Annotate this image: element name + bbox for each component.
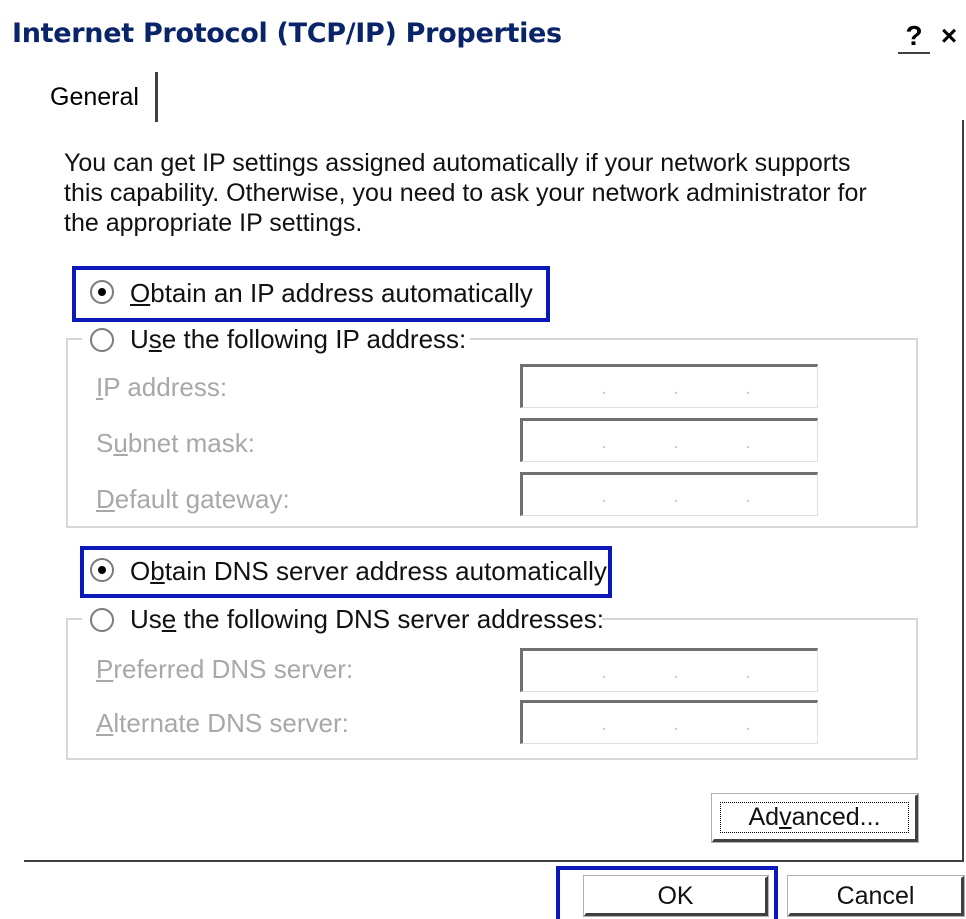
advanced-button[interactable]: Advanced... xyxy=(711,793,919,843)
close-icon: × xyxy=(940,20,958,51)
octet-separator: . xyxy=(745,431,751,453)
label-part: U xyxy=(130,324,149,354)
accesskey: s xyxy=(148,324,162,354)
cancel-button[interactable]: Cancel xyxy=(787,875,965,917)
tab-general[interactable]: General xyxy=(34,72,158,122)
accesskey: e xyxy=(161,604,177,634)
octet-separator: . xyxy=(745,661,751,683)
alternate-dns-input[interactable]: . . . xyxy=(520,700,818,744)
dns-manual-radio[interactable] xyxy=(90,608,114,632)
label-part: referred DNS server: xyxy=(113,654,354,684)
close-button[interactable]: × xyxy=(932,20,966,52)
label-part: tain DNS server address automatically xyxy=(164,556,607,586)
accesskey: b xyxy=(150,556,165,586)
ip-manual-radio[interactable] xyxy=(90,328,114,352)
octet-separator: . xyxy=(601,485,607,507)
subnet-mask-input[interactable]: . . . xyxy=(520,418,818,462)
title-bar[interactable]: Internet Protocol (TCP/IP) Properties ? … xyxy=(0,0,966,78)
label-part: S xyxy=(96,428,114,458)
octet-separator: . xyxy=(601,713,607,735)
label-part: e the following IP address: xyxy=(161,324,467,354)
octet-separator: . xyxy=(745,713,751,735)
ok-button[interactable]: OK xyxy=(583,875,769,917)
octet-separator: . xyxy=(673,431,679,453)
subnet-mask-label: Subnet mask: xyxy=(96,428,255,459)
label-part: efault gateway: xyxy=(114,484,290,514)
help-button[interactable]: ? xyxy=(898,20,930,54)
octet-separator: . xyxy=(745,377,751,399)
intro-text: You can get IP settings assigned automat… xyxy=(64,148,924,238)
octet-separator: . xyxy=(601,661,607,683)
preferred-dns-label: Preferred DNS server: xyxy=(96,654,353,685)
ip-manual-label[interactable]: Use the following IP address: xyxy=(130,324,466,355)
default-gateway-input[interactable]: . . . xyxy=(520,472,818,516)
octet-separator: . xyxy=(673,713,679,735)
ip-auto-radio[interactable] xyxy=(90,280,114,304)
octet-separator: . xyxy=(673,377,679,399)
accesskey: O xyxy=(130,278,151,308)
ip-auto-label[interactable]: Obtain an IP address automatically xyxy=(130,278,533,309)
octet-separator: . xyxy=(673,661,679,683)
ip-address-label: IP address: xyxy=(96,372,227,403)
accesskey: P xyxy=(96,654,114,684)
label-part: Us xyxy=(130,604,162,634)
alternate-dns-label: Alternate DNS server: xyxy=(96,708,349,739)
label-part: O xyxy=(130,556,151,586)
focus-rect xyxy=(720,802,909,833)
intro-line: the appropriate IP settings. xyxy=(64,209,363,237)
octet-separator: . xyxy=(601,377,607,399)
label-part: lternate DNS server: xyxy=(113,708,349,738)
accesskey: A xyxy=(96,708,114,738)
preferred-dns-input[interactable]: . . . xyxy=(520,648,818,692)
dns-manual-label[interactable]: Use the following DNS server addresses: xyxy=(130,604,604,635)
radio-dot xyxy=(98,566,106,574)
label-part: bnet mask: xyxy=(127,428,255,458)
dns-auto-label[interactable]: Obtain DNS server address automatically xyxy=(130,556,607,587)
accesskey: u xyxy=(113,428,128,458)
default-gateway-label: Default gateway: xyxy=(96,484,290,515)
ip-address-input[interactable]: . . . xyxy=(520,364,818,408)
accesskey: D xyxy=(96,484,115,514)
window-title: Internet Protocol (TCP/IP) Properties xyxy=(12,18,562,49)
intro-line: You can get IP settings assigned automat… xyxy=(64,149,851,177)
label-part: the following DNS server addresses: xyxy=(176,604,604,634)
octet-separator: . xyxy=(601,431,607,453)
label-part: btain an IP address automatically xyxy=(150,278,533,308)
octet-separator: . xyxy=(745,485,751,507)
radio-dot xyxy=(98,288,106,296)
octet-separator: . xyxy=(673,485,679,507)
intro-line: this capability. Otherwise, you need to … xyxy=(64,179,867,207)
help-icon: ? xyxy=(905,20,923,51)
label-part: P address: xyxy=(103,372,228,402)
dns-auto-radio[interactable] xyxy=(90,558,114,582)
